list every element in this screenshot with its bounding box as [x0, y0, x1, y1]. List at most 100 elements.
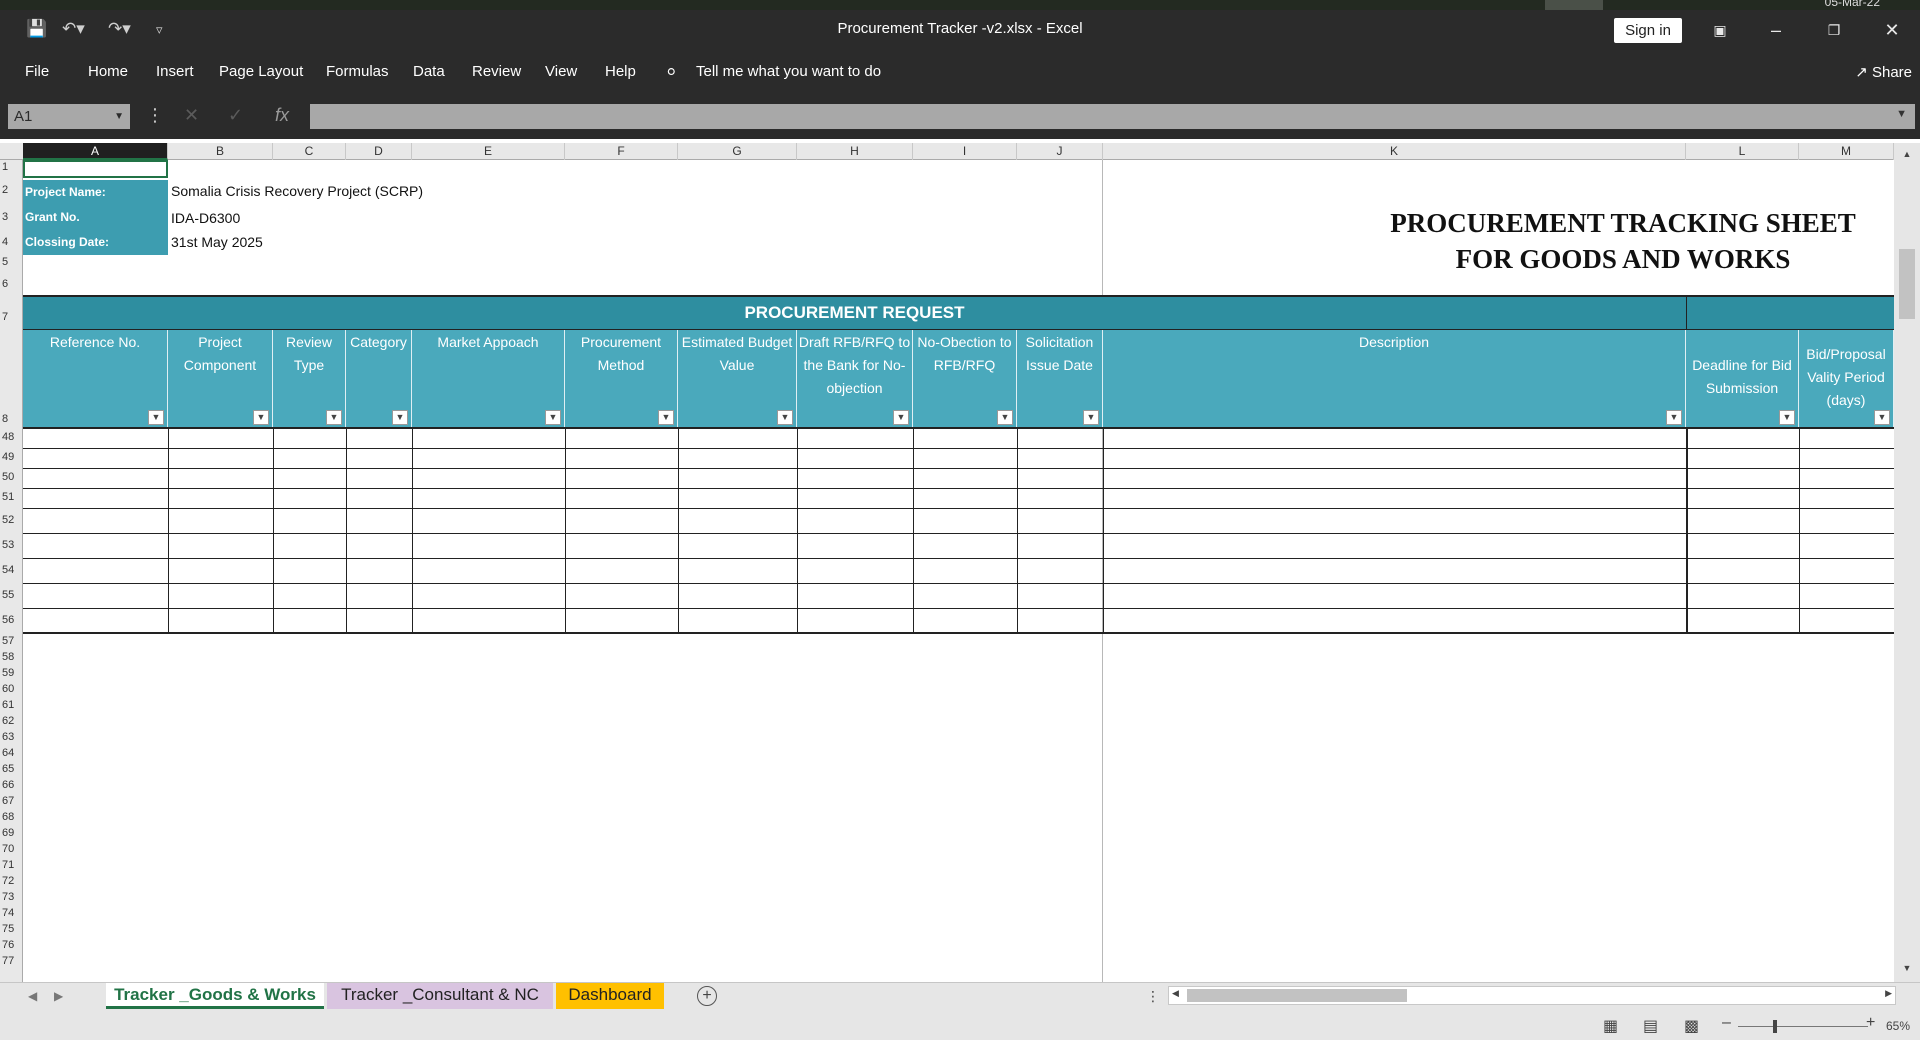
vertical-scroll-thumb[interactable] [1899, 249, 1915, 319]
row-header[interactable]: 59 [0, 668, 22, 679]
vertical-scrollbar[interactable]: ▲ ▼ [1894, 143, 1920, 982]
cancel-icon[interactable]: ✕ [184, 105, 199, 126]
row-header[interactable]: 58 [0, 652, 22, 663]
column-header-f[interactable]: F [565, 143, 678, 160]
row-header[interactable]: 55 [0, 590, 22, 601]
row-header[interactable]: 60 [0, 684, 22, 695]
row-header[interactable]: 75 [0, 924, 22, 935]
name-box[interactable]: A1 ▼ [8, 104, 130, 129]
table-row[interactable] [23, 608, 1894, 609]
row-header[interactable]: 49 [0, 452, 22, 463]
row-header[interactable]: 76 [0, 940, 22, 951]
tab-insert[interactable]: Insert [156, 63, 194, 80]
tab-split-handle-icon[interactable]: ⋮ [1146, 988, 1160, 1005]
row-header[interactable]: 7 [0, 312, 22, 323]
row-header[interactable]: 51 [0, 492, 22, 503]
sign-in-button[interactable]: Sign in [1614, 18, 1682, 43]
zoom-slider[interactable] [1738, 1026, 1868, 1027]
tell-me-search[interactable]: Tell me what you want to do [696, 63, 881, 80]
row-header[interactable]: 61 [0, 700, 22, 711]
share-button[interactable]: ↗ Share [1855, 63, 1912, 81]
row-header[interactable]: 6 [0, 279, 22, 290]
row-header[interactable]: 4 [0, 237, 22, 248]
expand-formula-bar-icon[interactable]: ▼ [1896, 108, 1907, 120]
row-header[interactable]: 70 [0, 844, 22, 855]
tab-review[interactable]: Review [472, 63, 521, 80]
row-header[interactable]: 72 [0, 876, 22, 887]
worksheet-grid[interactable]: Project Name: Somalia Crisis Recovery Pr… [23, 160, 1894, 982]
zoom-level[interactable]: 65% [1886, 1019, 1910, 1033]
grant-no-value[interactable]: IDA-D6300 [171, 210, 240, 226]
chevron-down-icon[interactable]: ▼ [114, 104, 124, 129]
page-break-view-icon[interactable]: ▩ [1684, 1016, 1699, 1036]
row-header[interactable]: 67 [0, 796, 22, 807]
row-header[interactable]: 69 [0, 828, 22, 839]
horizontal-scroll-thumb[interactable] [1187, 989, 1407, 1002]
row-header[interactable]: 56 [0, 615, 22, 626]
row-header[interactable]: 1 [0, 162, 22, 173]
normal-view-icon[interactable]: ▦ [1603, 1016, 1618, 1036]
column-header-i[interactable]: I [913, 143, 1017, 160]
column-header-h[interactable]: H [797, 143, 913, 160]
table-row[interactable] [23, 583, 1894, 584]
sheet-tab-goods-works[interactable]: Tracker _Goods & Works [106, 983, 324, 1009]
closing-date-value[interactable]: 31st May 2025 [171, 234, 263, 250]
filter-dropdown-icon[interactable]: ▼ [658, 410, 674, 425]
horizontal-scrollbar[interactable]: ◀ ▶ [1168, 986, 1896, 1005]
row-header[interactable]: 2 [0, 185, 22, 196]
row-header[interactable]: 50 [0, 472, 22, 483]
scroll-left-icon[interactable]: ◀ [1172, 988, 1179, 999]
row-header[interactable]: 63 [0, 732, 22, 743]
tab-help[interactable]: Help [605, 63, 636, 80]
column-header-e[interactable]: E [412, 143, 565, 160]
table-row[interactable] [23, 533, 1894, 534]
tab-view[interactable]: View [545, 63, 577, 80]
row-header[interactable]: 66 [0, 780, 22, 791]
tab-data[interactable]: Data [413, 63, 445, 80]
sheet-tab-consultant-nc[interactable]: Tracker _Consultant & NC [327, 983, 553, 1009]
row-header[interactable]: 74 [0, 908, 22, 919]
column-header-b[interactable]: B [168, 143, 273, 160]
insert-function-icon[interactable]: fx [275, 105, 289, 126]
row-header[interactable]: 53 [0, 540, 22, 551]
row-header[interactable]: 3 [0, 212, 22, 223]
table-row[interactable] [23, 488, 1894, 489]
filter-dropdown-icon[interactable]: ▼ [893, 410, 909, 425]
filter-dropdown-icon[interactable]: ▼ [1666, 410, 1682, 425]
column-header-d[interactable]: D [346, 143, 412, 160]
scroll-down-icon[interactable]: ▼ [1899, 963, 1915, 977]
filter-dropdown-icon[interactable]: ▼ [1874, 410, 1890, 425]
tab-file[interactable]: File [25, 63, 49, 80]
row-header[interactable]: 64 [0, 748, 22, 759]
column-header-a[interactable]: A [23, 143, 168, 160]
zoom-out-icon[interactable]: – [1722, 1014, 1731, 1032]
sheet-tab-dashboard[interactable]: Dashboard [556, 983, 664, 1009]
tab-page-layout[interactable]: Page Layout [219, 63, 303, 80]
filter-dropdown-icon[interactable]: ▼ [997, 410, 1013, 425]
filter-dropdown-icon[interactable]: ▼ [326, 410, 342, 425]
zoom-in-icon[interactable]: + [1866, 1014, 1875, 1032]
project-name-value[interactable]: Somalia Crisis Recovery Project (SCRP) [171, 183, 423, 199]
ribbon-display-options-icon[interactable]: ▣ [1705, 18, 1735, 43]
next-sheet-icon[interactable]: ▶ [54, 989, 63, 1003]
enter-icon[interactable]: ✓ [228, 105, 243, 126]
add-sheet-icon[interactable]: + [697, 986, 717, 1006]
scroll-right-icon[interactable]: ▶ [1885, 988, 1892, 999]
active-cell-a1[interactable] [23, 160, 168, 178]
filter-dropdown-icon[interactable]: ▼ [1779, 410, 1795, 425]
column-header-l[interactable]: L [1686, 143, 1799, 160]
filter-dropdown-icon[interactable]: ▼ [1083, 410, 1099, 425]
filter-dropdown-icon[interactable]: ▼ [148, 410, 164, 425]
close-icon[interactable]: ✕ [1877, 18, 1907, 43]
filter-dropdown-icon[interactable]: ▼ [777, 410, 793, 425]
restore-icon[interactable]: ❐ [1819, 18, 1849, 43]
column-header-g[interactable]: G [678, 143, 797, 160]
row-header[interactable]: 73 [0, 892, 22, 903]
column-header-c[interactable]: C [273, 143, 346, 160]
filter-dropdown-icon[interactable]: ▼ [253, 410, 269, 425]
table-row[interactable] [23, 508, 1894, 509]
table-row[interactable] [23, 448, 1894, 449]
tab-home[interactable]: Home [88, 63, 128, 80]
zoom-slider-thumb[interactable] [1773, 1020, 1777, 1033]
row-header[interactable]: 57 [0, 636, 22, 647]
